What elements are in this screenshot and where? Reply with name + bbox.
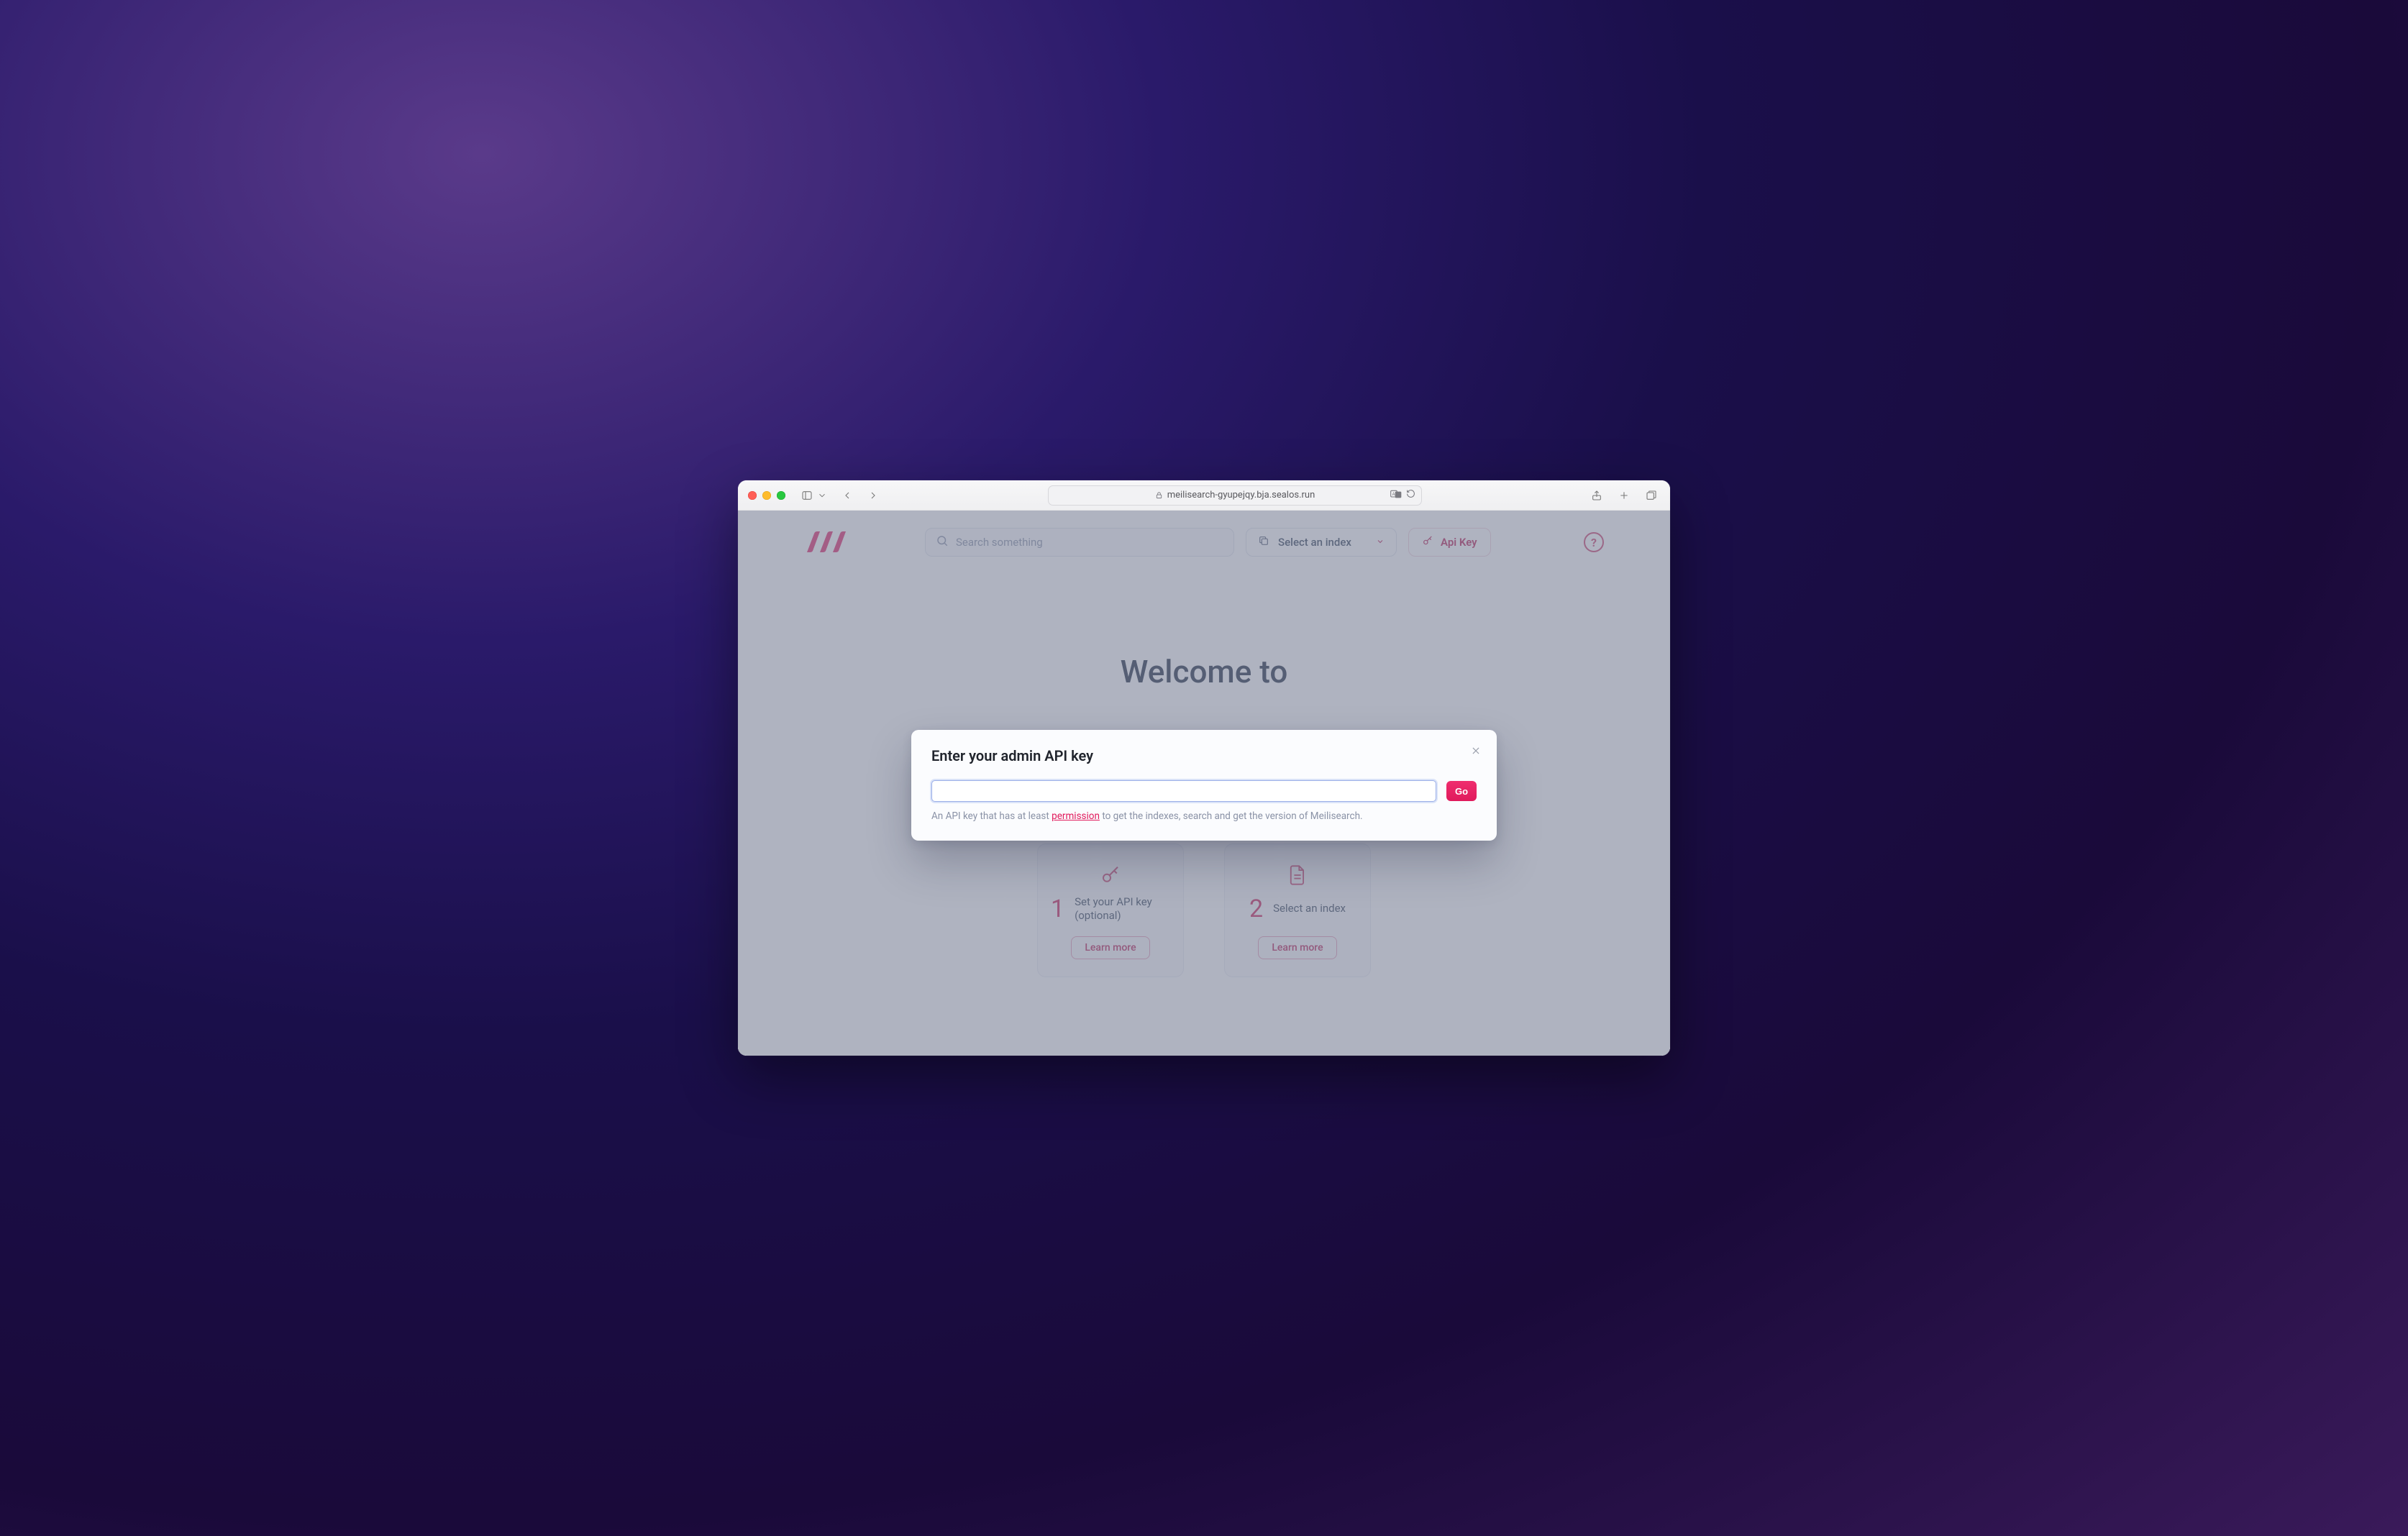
go-button[interactable]: Go (1446, 781, 1477, 801)
address-bar-url: meilisearch-gyupejqy.bja.sealos.run (1167, 490, 1315, 500)
translate-icon[interactable]: A (1390, 489, 1402, 502)
modal-title: Enter your admin API key (931, 747, 1477, 764)
browser-toolbar: meilisearch-gyupejqy.bja.sealos.run A (738, 480, 1670, 511)
modal-help-text: An API key that has at least permission … (931, 810, 1477, 822)
back-button[interactable] (839, 487, 856, 504)
browser-window: meilisearch-gyupejqy.bja.sealos.run A (738, 480, 1670, 1056)
modal-help-suffix: to get the indexes, search and get the v… (1100, 810, 1363, 822)
share-icon[interactable] (1588, 487, 1605, 504)
modal-help-prefix: An API key that has at least (931, 810, 1052, 822)
svg-text:A: A (1392, 492, 1395, 497)
maximize-window-button[interactable] (777, 491, 785, 500)
tab-overview-icon[interactable] (1643, 487, 1660, 504)
permission-link[interactable]: permission (1052, 810, 1100, 822)
api-key-modal: Enter your admin API key Go An API key t… (911, 730, 1497, 841)
new-tab-icon[interactable] (1615, 487, 1633, 504)
close-modal-button[interactable] (1468, 743, 1484, 759)
close-window-button[interactable] (748, 491, 757, 500)
minimize-window-button[interactable] (762, 491, 771, 500)
sidebar-toggle-icon[interactable] (798, 487, 816, 504)
address-bar[interactable]: meilisearch-gyupejqy.bja.sealos.run A (1048, 485, 1422, 506)
api-key-input[interactable] (931, 780, 1436, 802)
lock-icon (1155, 491, 1163, 499)
tab-group-chevron-icon[interactable] (817, 487, 827, 504)
forward-button[interactable] (865, 487, 882, 504)
page-viewport: Search something Select an index Api (738, 511, 1670, 1056)
reload-icon[interactable] (1406, 489, 1415, 501)
window-controls (748, 491, 785, 500)
